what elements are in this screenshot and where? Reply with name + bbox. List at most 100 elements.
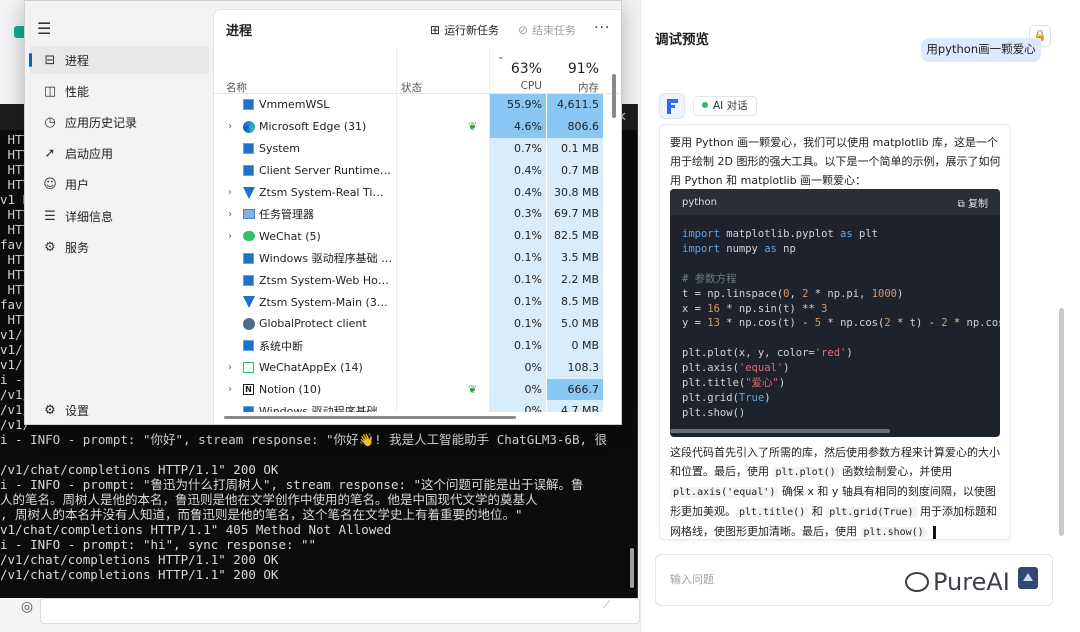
github-icon[interactable]: ◎ <box>16 596 38 618</box>
memory-value: 0.1 MB <box>547 137 603 160</box>
copy-button[interactable]: ⧉ 复制 <box>958 195 988 210</box>
wechat-watermark-icon <box>905 572 929 592</box>
user-message: 用python画一颗爱心 <box>921 38 1041 62</box>
expand-chevron-icon[interactable]: › <box>228 231 232 242</box>
terminal-line: i - INFO - prompt: "你好", stream response… <box>0 432 608 447</box>
efficiency-mode-icon: ❦ <box>468 383 478 397</box>
chat-scrollbar[interactable] <box>1059 308 1064 536</box>
expand-chevron-icon[interactable]: › <box>228 362 232 373</box>
expand-chevron-icon[interactable]: › <box>228 384 232 395</box>
process-name: Client Server Runtime Proce... <box>259 164 393 178</box>
column-headers: 名称 状态 ⌄ 63% CPU 91% 内存 <box>214 48 621 94</box>
nav-item-3[interactable]: ➚ 启动应用 <box>29 140 209 168</box>
memory-value: 5.0 MB <box>547 312 603 335</box>
nav-item-2[interactable]: ◷ 应用历史记录 <box>29 108 209 136</box>
process-list-scrollbar[interactable] <box>612 74 616 118</box>
notion-icon: N <box>242 383 255 396</box>
question-input[interactable] <box>670 569 930 589</box>
memory-value: 3.5 MB <box>547 247 603 270</box>
cpu-value: 0.1% <box>490 247 546 270</box>
shield-icon <box>242 186 255 199</box>
table-row[interactable]: › Ztsm System-Real Time Pro... 0.4%30.8 MB <box>214 181 621 204</box>
table-row[interactable]: › WeChatAppEx (14) 0%108.3 MB <box>214 356 621 396</box>
background-input-bar[interactable] <box>40 598 640 624</box>
process-name: Microsoft Edge (31) <box>259 120 367 134</box>
table-row[interactable]: Client Server Runtime Proce... 0.4%0.7 MB <box>214 159 621 182</box>
hamburger-menu-icon[interactable]: ☰ <box>37 19 51 38</box>
process-name: Windows 驱动程序基础 - 用... <box>259 405 393 412</box>
nav-item-6[interactable]: ⚙ 服务 <box>29 233 209 261</box>
nav-item-4[interactable]: ☺ 用户 <box>29 171 209 199</box>
table-row[interactable]: › N Notion (10) ❦ 0%666.7 MB <box>214 378 621 412</box>
table-row[interactable]: VmmemWSL 55.9%4,611.5 ... <box>214 94 621 133</box>
terminal-line: , 周树人的本名并没有人知道，而鲁迅则是他的笔名，这个笔名在文学史上有着重要的地… <box>0 507 523 522</box>
services-icon: ⚙ <box>44 239 56 255</box>
run-new-task-button[interactable]: ⊞ 运行新任务 <box>430 22 499 38</box>
wechat-icon <box>242 230 255 243</box>
process-name: GlobalProtect client <box>259 317 367 331</box>
efficiency-mode-icon: ❦ <box>468 120 478 134</box>
table-row[interactable]: › WeChat (5) 0.1% 82.5 MB <box>214 225 621 248</box>
table-row[interactable]: › Microsoft Edge (31) ❦ 4.6%806.6 MB <box>214 115 621 155</box>
memory-value: 8.5 MB <box>547 291 603 313</box>
column-cpu[interactable]: CPU <box>490 80 542 92</box>
process-name: System <box>259 142 301 156</box>
column-name[interactable]: 名称 <box>226 80 247 95</box>
nav-item-0[interactable]: ⊟ 进程 <box>29 46 209 74</box>
panel-title: 调试预览 <box>655 32 709 48</box>
cpu-value: 0% <box>490 400 546 412</box>
table-row[interactable]: Ztsm System-Main (32 位) 0.1% 8.5 MB <box>214 291 621 313</box>
cpu-value: 0% <box>490 356 546 379</box>
terminal-line: 人的笔名。周树人是他的本名，鲁迅则是他在文学创作中使用的笔名。他是中国现代文学的… <box>0 492 538 507</box>
memory-value: 666.7 MB <box>547 378 603 412</box>
table-row[interactable]: System 0.7% 0.1 MB <box>214 137 621 160</box>
answer-outro: 这段代码首先引入了所需的库，然后使用参数方程来计算爱心的大小和位置。最后，使用 … <box>670 446 1000 539</box>
memory-value: 30.8 MB <box>547 181 603 204</box>
memory-value: 4,611.5 ... <box>547 94 603 133</box>
nav-item-1[interactable]: ◫ 性能 <box>29 77 209 105</box>
process-name: 系统中断 <box>259 339 303 353</box>
expand-chevron-icon[interactable]: › <box>228 187 232 198</box>
table-row[interactable]: Windows 驱动程序基础 - 用... 0.1%3.5 MB <box>214 247 621 270</box>
terminal-line: i - INFO - prompt: "hi", sync response: … <box>0 537 317 552</box>
table-row[interactable]: 系统中断 0.1% 0 MB <box>214 334 621 357</box>
nav-item-5[interactable]: ☰ 详细信息 <box>29 202 209 230</box>
process-name: WeChat (5) <box>259 229 321 243</box>
gear-icon: ⚙ <box>44 402 56 418</box>
bot-avatar <box>659 93 685 119</box>
code-scrollbar[interactable] <box>670 429 890 433</box>
memory-value: 108.3 MB <box>547 356 603 396</box>
cpu-value: 0.1% <box>490 334 546 357</box>
cpu-value: 4.6% <box>490 115 546 138</box>
memory-value: 4.7 MB <box>547 400 603 412</box>
table-row[interactable]: › 任务管理器 0.3% 69.7 MB <box>214 203 621 226</box>
column-memory[interactable]: 内存 <box>547 80 599 95</box>
cpu-value: 0.7% <box>490 137 546 160</box>
debug-preview-panel: 调试预览 🔒 用python画一颗爱心 AI 对话 要用 Python 画一颗爱… <box>640 0 1080 632</box>
table-row[interactable]: Ztsm System-Web Hosting ... 0.1%2.2 MB <box>214 269 621 292</box>
column-status[interactable]: 状态 <box>401 80 422 95</box>
process-name: 任务管理器 <box>259 208 314 222</box>
expand-chevron-icon[interactable]: › <box>228 121 232 132</box>
cpu-value: 0.1% <box>490 291 546 313</box>
table-row[interactable]: GlobalProtect client 0.1% 5.0 MB <box>214 312 621 335</box>
terminal-scrollbar[interactable] <box>630 548 634 588</box>
box-icon <box>242 405 255 412</box>
memory-value: 82.5 MB <box>547 225 603 248</box>
more-options-icon[interactable]: ··· <box>594 20 610 36</box>
table-row[interactable]: Windows 驱动程序基础 - 用... 0%4.7 MB <box>214 400 621 412</box>
end-task-button[interactable]: ⊘ 结束任务 <box>518 22 576 38</box>
code-content: import matplotlib.pyplot as plt import n… <box>682 228 1000 419</box>
assistant-message: 要用 Python 画一颗爱心，我们可以使用 matplotlib 库，这是一个… <box>659 124 1011 540</box>
send-button[interactable] <box>1018 567 1038 589</box>
code-block: python ⧉ 复制 import matplotlib.pyplot as … <box>670 189 1000 437</box>
typing-cursor <box>932 525 936 539</box>
watermark: PureAI <box>933 568 1010 596</box>
processes-panel: 进程 ⊞ 运行新任务 ⊘ 结束任务 ··· 名称 状态 ⌄ 63% CPU 91… <box>213 9 621 424</box>
resize-handle-icon[interactable]: ⟋ <box>603 600 610 611</box>
cpu-value: 0.4% <box>490 181 546 204</box>
nav-item-settings[interactable]: ⚙ 设置 <box>29 397 209 423</box>
terminal-line: i - INFO - prompt: "鲁迅为什么打周树人", stream r… <box>0 477 584 492</box>
expand-chevron-icon[interactable]: › <box>228 209 232 220</box>
process-list-hscrollbar[interactable] <box>224 416 516 419</box>
